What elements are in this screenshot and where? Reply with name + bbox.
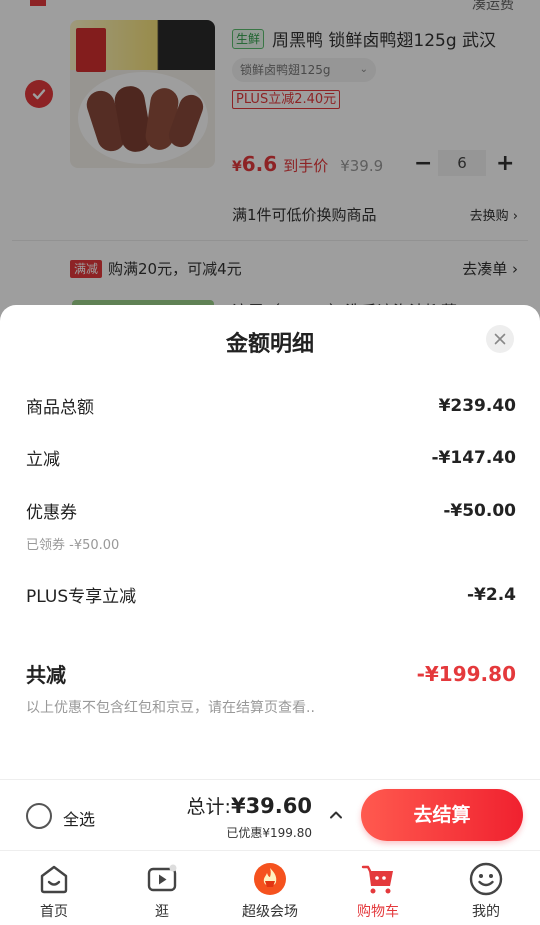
sheet-title: 金额明细 [225,332,314,357]
line-value: ¥239.40 [438,395,516,416]
line-label: 优惠券 [26,503,77,523]
tab-label: 购物车 [357,904,399,920]
select-all-label[interactable]: 全选 [63,806,95,830]
modal-overlay[interactable] [0,0,540,330]
cart-icon [360,861,396,897]
total-value: ¥39.60 [230,794,312,818]
tab-label: 首页 [40,904,68,920]
line-value: -¥2.4 [467,584,516,605]
video-icon [144,861,180,897]
line-coupon: 优惠券 -¥50.00 [26,498,516,524]
line-plus-discount: PLUS专享立减 -¥2.4 [26,582,516,608]
line-value: -¥50.00 [443,500,516,521]
cart-background: 凑运费 生鲜 周黑鸭 锁鲜卤鸭翅125g 武汉 锁鲜卤鸭翅125g ⌄ PLUS… [0,0,540,330]
tab-label: 我的 [472,904,500,920]
smile-face-icon [468,861,504,897]
line-instant-discount: 立减 -¥147.40 [26,445,517,471]
chevron-up-icon[interactable] [329,808,343,822]
tab-label: 超级会场 [242,904,298,920]
tab-label: 逛 [155,904,169,920]
line-label: 商品总额 [26,398,94,418]
select-all-radio[interactable] [26,803,52,829]
total-saved-label: 共减 [26,663,66,687]
checkout-bar: 全选 总计:¥39.60 已优惠¥199.80 去结算 [0,779,540,850]
tab-home[interactable]: 首页 [0,851,108,925]
flame-icon [252,861,288,897]
home-icon [36,861,72,897]
tab-mine[interactable]: 我的 [432,851,540,925]
line-label: 立减 [26,450,60,470]
tab-super-venue[interactable]: 超级会场 [216,851,324,925]
tab-cart[interactable]: 购物车 [324,851,432,925]
coupon-note: 已领券 -¥50.00 [26,538,120,553]
checkout-button[interactable]: 去结算 [361,789,523,841]
line-goods-total: 商品总额 ¥239.40 [26,393,516,419]
disclaimer: 以上优惠不包含红包和京豆，请在结算页查看.. [26,700,315,716]
total-label: 总计: [186,796,231,818]
order-total[interactable]: 总计:¥39.60 [187,792,312,819]
tab-browse[interactable]: 逛 [108,851,216,925]
total-saved-value: -¥199.80 [416,661,516,686]
close-icon [494,333,506,345]
saved-amount[interactable]: 已优惠¥199.80 [226,824,312,841]
line-label: PLUS专享立减 [26,587,137,607]
close-button[interactable] [486,325,514,353]
line-value: -¥147.40 [431,447,517,468]
line-total-saved: 共减 -¥199.80 [26,659,516,688]
bottom-tab-bar: 首页 逛 超级会场 购物车 我的 [0,850,540,925]
amount-detail-sheet: 金额明细 商品总额 ¥239.40 立减 -¥147.40 优惠券 -¥50.0… [0,305,540,779]
